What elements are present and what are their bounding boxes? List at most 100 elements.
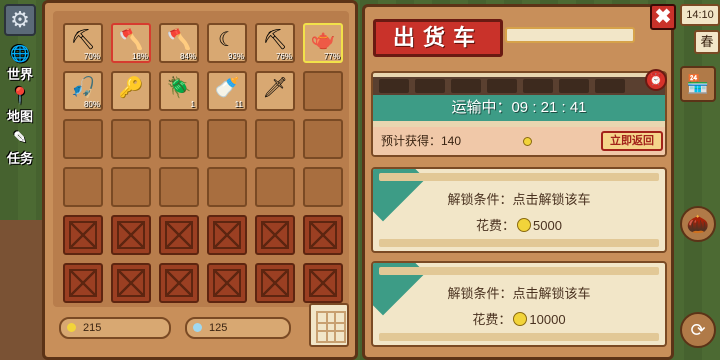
inventory-slot[interactable]: ⛏ 76% <box>255 23 295 63</box>
quest-button[interactable]: ✎ 任务 <box>2 130 38 166</box>
locked-truck-card-2[interactable]: 解锁条件：点击解锁该车 花费： 10000 <box>371 261 667 347</box>
durability-label: 18% <box>131 52 148 61</box>
locked-slot[interactable] <box>303 263 343 303</box>
world-button[interactable]: 🌐 世界 <box>2 46 38 82</box>
locked-slot[interactable] <box>303 215 343 255</box>
durability-label: 70% <box>83 52 100 61</box>
shovel-icon: ⛏ <box>262 29 288 51</box>
inventory-slot[interactable]: 🗡 <box>255 71 295 111</box>
inventory-slot[interactable]: 🪓 84% <box>159 23 199 63</box>
empty-slot[interactable] <box>63 119 103 159</box>
transit-timer: 运输中：09 : 21 : 41 <box>373 95 665 121</box>
inventory-grid: ⛏ 70% 🪓 18% 🪓 84% ☾ 93% ⛏ 76% 🫖 77% 🎣 80% 🔑 🪲 1 🍼 11 🗡 <box>53 11 349 307</box>
inventory-slot[interactable]: 🔑 <box>111 71 151 111</box>
inventory-slot[interactable]: ☾ 93% <box>207 23 247 63</box>
right-hud: 14:10 春 🏪 🌰 ⟳ <box>676 0 720 360</box>
locked-slot[interactable] <box>255 263 295 303</box>
empty-slot[interactable] <box>255 119 295 159</box>
inventory-slot[interactable]: 🪓 18% <box>111 23 151 63</box>
shipping-title: 出货车 <box>373 19 503 57</box>
expected-earnings: 预计获得：140 <box>381 134 462 148</box>
locked-truck-card-1[interactable]: 解锁条件：点击解锁该车 花费： 5000 <box>371 167 667 253</box>
earnings-row: 预计获得：140 立即返回 <box>373 127 665 155</box>
empty-slot[interactable] <box>111 167 151 207</box>
shop-icon[interactable]: 🏪 <box>680 66 716 102</box>
empty-slot[interactable] <box>159 119 199 159</box>
quest-icon: ✎ <box>13 130 27 147</box>
locked-slot[interactable] <box>207 215 247 255</box>
map-label: 地图 <box>6 109 33 124</box>
recall-now-button[interactable]: 立即返回 <box>601 131 663 151</box>
close-button[interactable]: ✖ <box>650 4 676 30</box>
transit-time: 09 : 21 : 41 <box>511 99 587 116</box>
refresh-icon[interactable]: ⟳ <box>680 312 716 348</box>
empty-slot[interactable] <box>207 119 247 159</box>
game-clock: 14:10 <box>680 4 720 26</box>
unlock-fee: 花费： 10000 <box>373 309 665 328</box>
inventory-slot[interactable]: 🪲 1 <box>159 71 199 111</box>
globe-icon: 🌐 <box>10 46 30 63</box>
empty-slot[interactable] <box>303 119 343 159</box>
empty-slot[interactable] <box>159 167 199 207</box>
unlock-condition: 解锁条件：点击解锁该车 <box>447 192 591 207</box>
locked-slot[interactable] <box>63 215 103 255</box>
coin-amount: 215 <box>83 322 102 334</box>
key-icon: 🔑 <box>118 77 144 99</box>
beetle-icon: 🪲 <box>166 77 192 99</box>
locked-slot[interactable] <box>159 263 199 303</box>
title-banner <box>505 27 635 43</box>
durability-label: 93% <box>227 52 244 61</box>
settings-gear-icon[interactable]: ⚙ <box>4 4 36 36</box>
empty-slot[interactable] <box>303 71 343 111</box>
milk-bottle-icon: 🍼 <box>214 77 240 99</box>
watering-can-icon: 🫖 <box>310 29 336 51</box>
grid-layout-button[interactable] <box>309 303 349 347</box>
fee-amount: 5000 <box>533 218 562 233</box>
locked-slot[interactable] <box>207 263 247 303</box>
map-button[interactable]: 📍 地图 <box>2 88 38 124</box>
empty-slot[interactable] <box>303 167 343 207</box>
inventory-slot[interactable]: 🎣 80% <box>63 71 103 111</box>
fishing-rod-icon: 🎣 <box>70 77 96 99</box>
inventory-panel: ⛏ 70% 🪓 18% 🪓 84% ☾ 93% ⛏ 76% 🫖 77% 🎣 80% 🔑 🪲 1 🍼 11 🗡 215 … <box>42 0 358 360</box>
unlock-fee: 花费： 5000 <box>373 215 665 234</box>
active-truck-card: 运输中：09 : 21 : 41 预计获得：140 立即返回 <box>371 71 667 157</box>
empty-slot[interactable] <box>63 167 103 207</box>
empty-slot[interactable] <box>255 167 295 207</box>
empty-slot[interactable] <box>207 167 247 207</box>
map-pin-icon: 📍 <box>10 88 30 105</box>
inventory-slot[interactable]: 🫖 77% <box>303 23 343 63</box>
empty-slot[interactable] <box>111 119 151 159</box>
locked-slot[interactable] <box>111 263 151 303</box>
seed-icon[interactable]: 🌰 <box>680 206 716 242</box>
truck-cargo-strip <box>373 77 665 95</box>
coin-counter: 215 <box>59 317 171 339</box>
locked-slot[interactable] <box>111 215 151 255</box>
gem-counter: 125 <box>185 317 291 339</box>
fee-label: 花费： <box>472 312 512 327</box>
inventory-slot[interactable]: ⛏ 70% <box>63 23 103 63</box>
season-badge: 春 <box>694 30 720 54</box>
left-hud: ⚙ 🌐 世界 📍 地图 ✎ 任务 <box>0 0 42 360</box>
quest-label: 任务 <box>6 151 33 166</box>
alarm-clock-icon[interactable]: ⏰ <box>645 69 667 91</box>
durability-label: 76% <box>275 52 292 61</box>
transit-label: 运输中： <box>451 99 512 116</box>
coin-icon <box>523 137 532 146</box>
durability-label: 84% <box>179 52 196 61</box>
locked-slot[interactable] <box>255 215 295 255</box>
gem-icon <box>193 323 202 332</box>
axe-icon: 🪓 <box>118 29 144 51</box>
sickle-icon: ☾ <box>218 29 236 51</box>
inventory-slot[interactable]: 🍼 11 <box>207 71 247 111</box>
unlock-condition: 解锁条件：点击解锁该车 <box>447 286 591 301</box>
coin-icon <box>513 312 528 326</box>
locked-slot[interactable] <box>159 215 199 255</box>
wooden-sword-icon: 🗡 <box>262 77 288 99</box>
gem-amount: 125 <box>209 322 228 334</box>
pickaxe-icon: ⛏ <box>70 29 96 51</box>
locked-slot[interactable] <box>63 263 103 303</box>
shipping-panel: 出货车 运输中：09 : 21 : 41 预计获得：140 立即返回 ⏰ 解锁条… <box>362 4 674 360</box>
item-count: 11 <box>234 100 243 109</box>
fee-label: 花费： <box>476 218 516 233</box>
